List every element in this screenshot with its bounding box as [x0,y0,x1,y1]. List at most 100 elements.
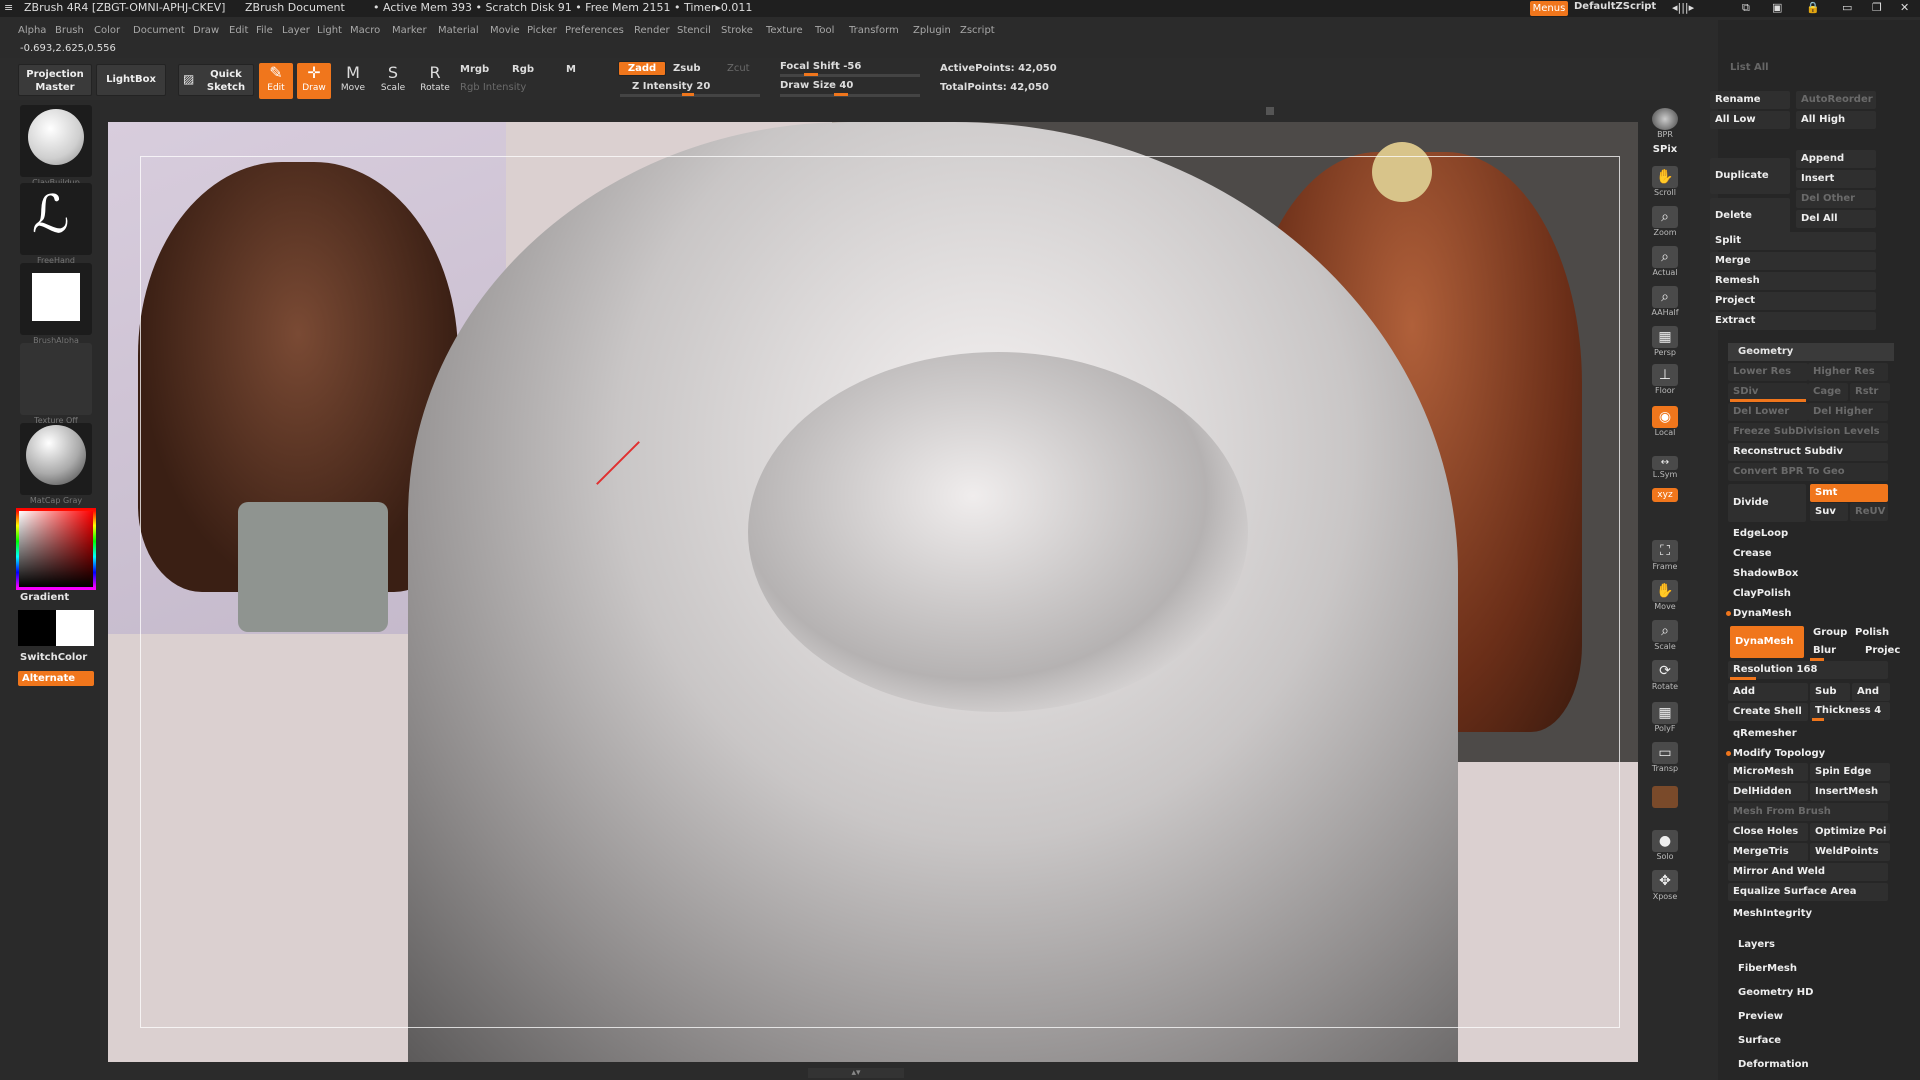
aahalf-button[interactable]: ⌕ AAHalf [1648,286,1682,322]
lightbox-button[interactable]: LightBox [96,64,166,96]
m-button[interactable]: M [566,64,576,75]
menu-draw[interactable]: Draw [193,25,219,36]
and-button[interactable]: And [1852,683,1890,701]
document-canvas[interactable]: AR [108,122,1638,1062]
merge-button[interactable]: Merge [1710,252,1876,270]
all-low-button[interactable]: All Low [1710,111,1790,129]
main-color-swatch[interactable] [56,610,94,646]
menu-movie[interactable]: Movie [490,25,520,36]
menu-edit[interactable]: Edit [229,25,248,36]
z-intensity-slider[interactable]: Z Intensity 20 [632,81,710,92]
bpr-button[interactable]: BPR [1648,108,1682,144]
claypolish-button[interactable]: ClayPolish [1728,585,1888,603]
draw-size-handle[interactable] [834,93,848,96]
layers-section[interactable]: Layers [1730,939,1775,950]
menu-picker[interactable]: Picker [527,25,557,36]
draw-size-slider[interactable]: Draw Size 40 [780,80,853,91]
z-intensity-handle[interactable] [682,93,694,96]
insertmesh-button[interactable]: InsertMesh [1810,783,1890,801]
frame-button[interactable]: ⛶ Frame [1648,540,1682,576]
lower-res-button[interactable]: Lower Res [1728,363,1808,381]
preview-section[interactable]: Preview [1730,1011,1783,1022]
menu-brush[interactable]: Brush [55,25,84,36]
modify-topology-header[interactable]: Modify Topology [1728,745,1888,763]
quick-sketch-button[interactable]: ▨ Quick Sketch [178,64,254,96]
alternate-button[interactable]: Alternate [18,671,94,686]
minimize-icon[interactable]: ▭ [1842,1,1852,14]
rgb-button[interactable]: Rgb [512,64,534,75]
bottom-tray-toggle-icon[interactable]: ▴▾ [808,1068,904,1078]
menu-file[interactable]: File [256,25,273,36]
shadowbox-button[interactable]: ShadowBox [1728,565,1888,583]
extract-button[interactable]: Extract [1710,312,1876,330]
meshintegrity-button[interactable]: MeshIntegrity [1728,905,1888,923]
save-icon[interactable]: ▣ [1772,1,1782,14]
divide-button[interactable]: Divide [1728,484,1806,522]
remesh-button[interactable]: Remesh [1710,272,1876,290]
menu-light[interactable]: Light [317,25,342,36]
edgeloop-button[interactable]: EdgeLoop [1728,525,1888,543]
gradient-button[interactable]: Gradient [20,592,69,603]
sub-button[interactable]: Sub [1810,683,1850,701]
menu-marker[interactable]: Marker [392,25,427,36]
restore-icon[interactable]: ❐ [1872,1,1882,14]
cage-button[interactable]: Cage [1808,383,1848,401]
spin-edge-button[interactable]: Spin Edge [1810,763,1890,781]
higher-res-button[interactable]: Higher Res [1808,363,1888,381]
brush-thumbnail[interactable]: ClayBuildup [20,105,92,187]
menu-document[interactable]: Document [133,25,185,36]
zcut-button[interactable]: Zcut [727,63,750,74]
create-shell-button[interactable]: Create Shell [1728,703,1808,721]
move-button[interactable]: M Move [336,63,370,99]
surface-section[interactable]: Surface [1730,1035,1781,1046]
xyz-button[interactable]: xyz [1648,488,1682,504]
del-other-button[interactable]: Del Other [1796,190,1876,208]
menu-zscript[interactable]: Zscript [960,25,995,36]
micromesh-button[interactable]: MicroMesh [1728,763,1808,781]
all-high-button[interactable]: All High [1796,111,1876,129]
zsub-button[interactable]: Zsub [673,63,700,74]
delete-button[interactable]: Delete [1710,198,1790,234]
project-button[interactable]: Project [1710,292,1876,310]
menu-stroke[interactable]: Stroke [721,25,753,36]
menu-stencil[interactable]: Stencil [677,25,711,36]
rename-button[interactable]: Rename [1710,91,1790,109]
optimize-points-button[interactable]: Optimize Poi [1810,823,1890,841]
dynamesh-button[interactable]: DynaMesh [1730,626,1804,658]
menu-tool[interactable]: Tool [815,25,834,36]
rgb-intensity-slider[interactable]: Rgb Intensity [460,82,526,93]
scale-button[interactable]: S Scale [376,63,410,99]
geometry-section-header[interactable]: Geometry [1728,343,1894,361]
edit-button[interactable]: ✎ Edit [259,63,293,99]
layout-icon[interactable]: ⧉ [1742,1,1750,15]
freeze-subdivision-button[interactable]: Freeze SubDivision Levels [1728,423,1888,441]
del-lower-button[interactable]: Del Lower [1728,403,1808,421]
weldpoints-button[interactable]: WeldPoints [1810,843,1890,861]
mesh-from-brush-button[interactable]: Mesh From Brush [1728,803,1888,821]
transp-button[interactable]: ▭ Transp [1648,742,1682,778]
mirror-and-weld-button[interactable]: Mirror And Weld [1728,863,1888,881]
texture-thumbnail[interactable]: Texture Off [20,343,92,425]
mergetris-button[interactable]: MergeTris [1728,843,1808,861]
polish-toggle[interactable]: Polish [1850,624,1890,642]
del-all-button[interactable]: Del All [1796,210,1876,228]
color-picker[interactable] [16,508,96,590]
rotate-view-button[interactable]: ⟳ Rotate [1648,660,1682,696]
move-view-button[interactable]: ✋ Move [1648,580,1682,616]
list-all-button[interactable]: List All [1722,62,1769,73]
zadd-button[interactable]: Zadd [618,61,666,76]
floor-button[interactable]: ⊥ Floor [1648,364,1682,400]
suv-toggle[interactable]: Suv [1810,503,1848,521]
menus-button[interactable]: Menus [1530,1,1568,16]
reuv-toggle[interactable]: ReUV [1850,503,1888,521]
menu-layer[interactable]: Layer [282,25,310,36]
reconstruct-subdiv-button[interactable]: Reconstruct Subdiv [1728,443,1888,461]
rstr-button[interactable]: Rstr [1850,383,1890,401]
fibermesh-section[interactable]: FiberMesh [1730,963,1797,974]
auto-reorder-button[interactable]: AutoReorder [1796,91,1876,109]
group-toggle[interactable]: Group [1808,624,1848,642]
delhidden-button[interactable]: DelHidden [1728,783,1808,801]
projection-master-button[interactable]: Projection Master [18,64,92,96]
ghost-button[interactable] [1648,786,1682,822]
menu-material[interactable]: Material [438,25,479,36]
